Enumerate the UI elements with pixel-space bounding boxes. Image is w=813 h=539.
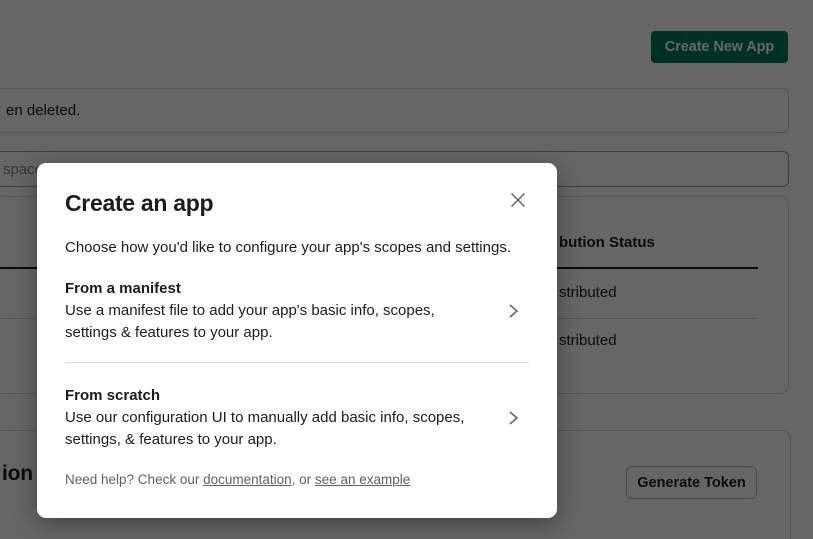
option-title: From a manifest bbox=[65, 280, 181, 297]
modal-header: Create an app bbox=[65, 189, 529, 217]
modal-title: Create an app bbox=[65, 190, 214, 216]
close-icon[interactable] bbox=[507, 187, 533, 213]
modal-subtitle: Choose how you'd like to configure your … bbox=[65, 239, 511, 256]
options-divider bbox=[65, 362, 529, 363]
chevron-right-icon bbox=[505, 301, 521, 321]
help-text: Need help? Check our documentation, or s… bbox=[65, 471, 529, 489]
help-separator: , or bbox=[291, 472, 315, 487]
option-text: From scratch Use our configuration UI to… bbox=[65, 385, 464, 451]
option-description-line: settings & features to your app. bbox=[65, 324, 273, 341]
option-from-scratch[interactable]: From scratch Use our configuration UI to… bbox=[65, 385, 529, 451]
option-description-line: Use our configuration UI to manually add… bbox=[65, 409, 465, 426]
option-title: From scratch bbox=[65, 387, 161, 404]
slack-api-apps-page: Create New App en deleted. space bution … bbox=[0, 0, 813, 539]
help-prefix: Need help? Check our bbox=[65, 472, 204, 487]
option-description-line: settings, & features to your app. bbox=[65, 431, 277, 448]
create-an-app-modal: Create an app Choose how you'd like to c… bbox=[37, 163, 557, 518]
option-from-a-manifest[interactable]: From a manifest Use a manifest file to a… bbox=[65, 278, 529, 344]
documentation-link[interactable]: documentation bbox=[203, 472, 292, 487]
see-an-example-link[interactable]: see an example bbox=[315, 472, 410, 487]
option-description-line: Use a manifest file to add your app's ba… bbox=[65, 302, 435, 319]
chevron-right-icon bbox=[505, 408, 521, 428]
option-text: From a manifest Use a manifest file to a… bbox=[65, 278, 435, 344]
